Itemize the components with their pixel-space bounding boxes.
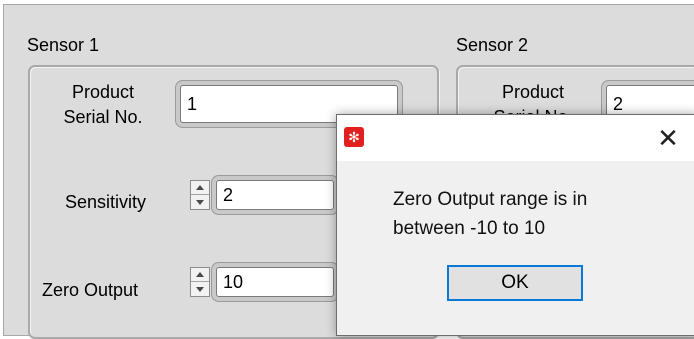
sensor1-sensitivity-label: Sensitivity xyxy=(65,192,147,212)
sensor1-sensitivity-stepper[interactable] xyxy=(190,180,210,210)
sensor1-zero-output-stepper[interactable] xyxy=(190,267,210,297)
sensor1-zero-output-label: Zero Output xyxy=(42,280,139,300)
sensor1-sensitivity-input[interactable]: 2 xyxy=(216,180,334,210)
spin-down-icon[interactable] xyxy=(191,282,209,296)
sensor1-zero-output-input[interactable]: 10 xyxy=(216,267,334,297)
dialog-titlebar: ✻ ✕ xyxy=(337,115,694,161)
sensor2-group-label: Sensor 2 xyxy=(456,35,529,55)
spin-up-icon[interactable] xyxy=(191,181,209,195)
message-dialog: ✻ ✕ Zero Output range is in between -10 … xyxy=(336,114,694,336)
sensor1-group-label: Sensor 1 xyxy=(27,35,100,55)
spin-down-icon[interactable] xyxy=(191,195,209,209)
dialog-body: Zero Output range is in between -10 to 1… xyxy=(337,161,694,335)
close-icon[interactable]: ✕ xyxy=(653,123,683,153)
spin-up-icon[interactable] xyxy=(191,268,209,282)
sensor1-serial-label: Product Serial No. xyxy=(63,82,143,127)
ok-button[interactable]: OK xyxy=(447,265,583,301)
dialog-message: Zero Output range is in between -10 to 1… xyxy=(393,189,588,239)
app-icon: ✻ xyxy=(344,127,364,147)
